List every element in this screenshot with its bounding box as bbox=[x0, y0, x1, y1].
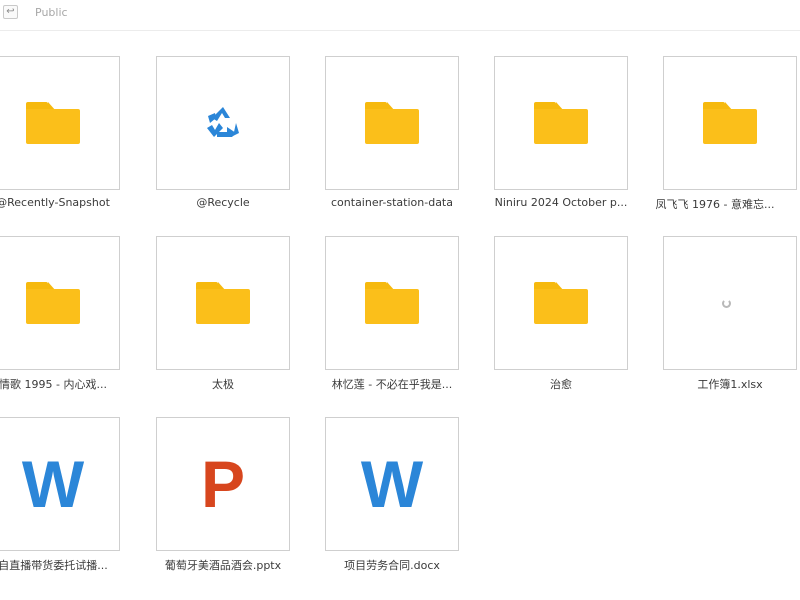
toolbar: ↩ Public bbox=[0, 0, 800, 31]
file-tile[interactable] bbox=[494, 56, 628, 190]
file-tile[interactable] bbox=[156, 236, 290, 370]
file-tile[interactable]: W bbox=[325, 417, 459, 551]
file-name[interactable]: 自直播带货委托试播... bbox=[0, 557, 138, 573]
file-name[interactable]: container-station-data bbox=[307, 196, 477, 209]
word-doc-icon: W bbox=[360, 447, 424, 521]
file-tile[interactable] bbox=[494, 236, 628, 370]
back-arrow-icon[interactable]: ↩ bbox=[3, 5, 18, 19]
file-tile[interactable]: P bbox=[156, 417, 290, 551]
file-name[interactable]: 葡萄牙美酒品酒会.pptx bbox=[138, 557, 308, 573]
file-name[interactable]: Niniru 2024 October p... bbox=[476, 196, 646, 209]
file-tile[interactable] bbox=[156, 56, 290, 190]
folder-icon bbox=[534, 282, 588, 324]
file-tile[interactable] bbox=[0, 56, 120, 190]
folder-icon bbox=[365, 102, 419, 144]
folder-icon bbox=[26, 282, 80, 324]
file-name[interactable]: 治愈 bbox=[476, 376, 646, 392]
file-tile[interactable] bbox=[663, 236, 797, 370]
recycle-icon bbox=[207, 107, 239, 137]
file-name[interactable]: 太极 bbox=[138, 376, 308, 392]
loading-spinner-icon bbox=[721, 298, 731, 308]
file-name[interactable]: 凤飞飞 1976 - 意难忘... bbox=[630, 196, 800, 212]
file-name[interactable]: 林忆莲 - 不必在乎我是... bbox=[307, 376, 477, 392]
file-name[interactable]: @Recently-Snapshot bbox=[0, 196, 138, 209]
breadcrumb[interactable]: Public bbox=[35, 6, 68, 19]
folder-icon bbox=[196, 282, 250, 324]
file-tile[interactable] bbox=[325, 56, 459, 190]
folder-icon bbox=[703, 102, 757, 144]
folder-icon bbox=[365, 282, 419, 324]
folder-icon bbox=[26, 102, 80, 144]
file-tile[interactable] bbox=[325, 236, 459, 370]
file-tile[interactable]: W bbox=[0, 417, 120, 551]
file-name[interactable]: 工作簿1.xlsx bbox=[645, 376, 800, 392]
powerpoint-icon: P bbox=[200, 447, 246, 521]
file-tile[interactable] bbox=[663, 56, 797, 190]
file-tile[interactable] bbox=[0, 236, 120, 370]
file-name[interactable]: 情歌 1995 - 内心戏... bbox=[0, 376, 138, 392]
folder-icon bbox=[534, 102, 588, 144]
word-doc-icon: W bbox=[21, 447, 85, 521]
file-name[interactable]: @Recycle bbox=[138, 196, 308, 209]
file-name[interactable]: 项目劳务合同.docx bbox=[307, 557, 477, 573]
